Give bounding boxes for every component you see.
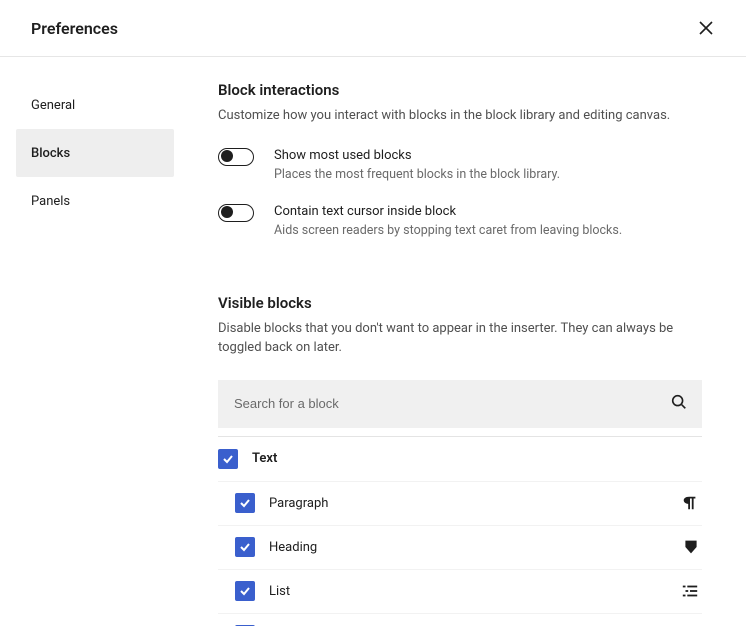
toggle-most-used[interactable] <box>218 148 254 166</box>
sidebar: General Blocks Panels <box>0 57 190 626</box>
heading-icon <box>683 539 699 555</box>
search-input[interactable] <box>218 380 702 428</box>
tab-blocks[interactable]: Blocks <box>16 129 174 177</box>
toggle-contain-cursor[interactable] <box>218 204 254 222</box>
section-desc-visible: Disable blocks that you don't want to ap… <box>218 320 702 358</box>
block-label: Paragraph <box>269 496 681 511</box>
category-label: Text <box>252 451 702 466</box>
toggle-desc: Places the most frequent blocks in the b… <box>274 167 702 182</box>
list-icon <box>681 582 699 600</box>
checkbox-text-category[interactable] <box>218 449 238 469</box>
tab-general[interactable]: General <box>16 81 174 129</box>
toggle-label: Show most used blocks <box>274 148 702 163</box>
tab-label: General <box>31 98 75 113</box>
toggle-label: Contain text cursor inside block <box>274 204 702 219</box>
checkbox-heading[interactable] <box>235 537 255 557</box>
block-label: Heading <box>269 540 683 555</box>
section-desc-interactions: Customize how you interact with blocks i… <box>218 107 702 126</box>
section-title-interactions: Block interactions <box>218 81 702 99</box>
checkbox-list[interactable] <box>235 581 255 601</box>
tab-label: Panels <box>31 194 70 209</box>
close-button[interactable] <box>690 12 722 44</box>
toggle-desc: Aids screen readers by stopping text car… <box>274 223 702 238</box>
close-icon <box>699 21 713 35</box>
section-title-visible: Visible blocks <box>218 294 702 312</box>
main-content: Block interactions Customize how you int… <box>190 57 746 626</box>
paragraph-icon <box>681 494 699 512</box>
tab-label: Blocks <box>31 146 70 161</box>
tab-panels[interactable]: Panels <box>16 177 174 225</box>
page-title: Preferences <box>31 19 118 38</box>
block-label: List <box>269 584 681 599</box>
checkbox-paragraph[interactable] <box>235 493 255 513</box>
